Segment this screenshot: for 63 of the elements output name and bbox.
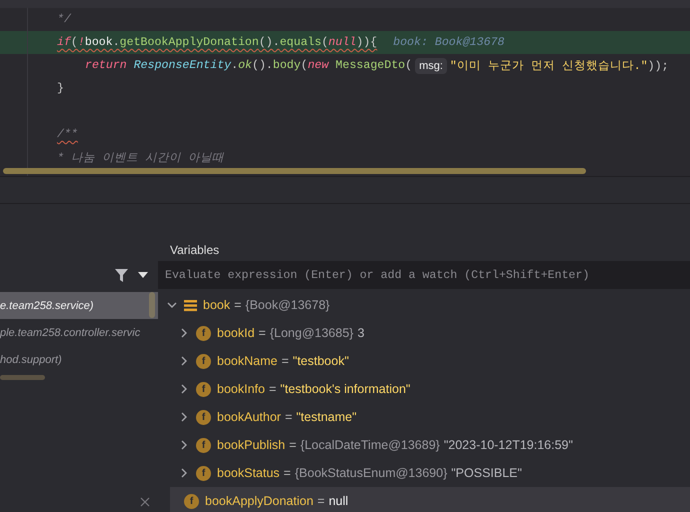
variable-name: bookAuthor — [217, 410, 281, 424]
field-badge: f — [184, 494, 199, 508]
field-badge: f — [196, 382, 211, 396]
parameter-hint: msg: — [415, 58, 447, 74]
variable-row[interactable]: f bookId = {Long@13685} 3 — [158, 319, 690, 347]
variable-value: "POSSIBLE" — [451, 466, 522, 480]
variable-value: "testbook" — [292, 354, 349, 368]
equals-sign: = — [317, 494, 325, 508]
horizontal-scrollbar[interactable] — [3, 168, 586, 174]
equals-sign: = — [268, 382, 276, 396]
code-text: */ — [57, 13, 71, 26]
variable-value: "testbook's information" — [280, 382, 410, 396]
field-badge: f — [196, 466, 211, 480]
equals-sign: = — [289, 438, 296, 452]
variable-value: "2023-10-12T19:16:59" — [444, 438, 573, 452]
field-badge: f — [196, 410, 211, 424]
stack-frame[interactable]: hod.support) — [0, 346, 158, 373]
object-reference: {BookStatusEnum@13690} — [294, 466, 448, 480]
inline-value-hint: book: Book@13678 — [393, 36, 504, 49]
variable-row[interactable]: f bookName = "testbook" — [158, 347, 690, 375]
close-icon[interactable] — [140, 497, 150, 507]
variable-name: bookStatus — [217, 466, 280, 480]
evaluate-expression-field[interactable]: Evaluate expression (Enter) or add a watch (Ctrl+Shift+Enter) — [158, 261, 690, 289]
filter-icon[interactable] — [115, 268, 128, 282]
variable-name: book — [203, 298, 230, 312]
variable-row[interactable]: book = {Book@13678} — [158, 291, 690, 319]
code-text: if(!book.getBookApplyDonation().equals(null)){ — [57, 36, 378, 49]
variable-value: null — [328, 494, 348, 508]
code-text: "이미 누군가 먼저 신청했습니다.")); — [450, 59, 669, 73]
equals-sign: = — [281, 354, 289, 368]
variable-row[interactable]: f bookInfo = "testbook's information" — [158, 375, 690, 403]
stack-frame[interactable]: ple.team258.controller.servic — [0, 319, 158, 346]
variable-row[interactable]: f bookPublish = {LocalDateTime@13689} "2023-10-12T19:16:59" — [158, 431, 690, 459]
stack-icon — [184, 298, 197, 312]
variable-name: bookPublish — [217, 438, 286, 452]
code-text: return ResponseEntity.ok().body(new MessageDto( — [85, 59, 412, 72]
variable-row[interactable]: f bookApplyDonation = null — [170, 487, 690, 512]
variable-row[interactable]: f bookAuthor = "testname" — [158, 403, 690, 431]
field-badge: f — [196, 326, 211, 340]
object-reference: {LocalDateTime@13689} — [300, 438, 440, 452]
horizontal-scrollbar[interactable] — [0, 375, 45, 380]
code-text: * 나눔 이벤트 시간이 아닐때 — [57, 151, 224, 165]
equals-sign: = — [258, 326, 266, 340]
panel-title: Variables — [170, 243, 220, 257]
variable-row[interactable]: f bookStatus = {BookStatusEnum@13690} "POSSIBLE" — [158, 459, 690, 487]
variable-name: bookInfo — [217, 382, 265, 396]
equals-sign: = — [284, 466, 291, 480]
code-text: } — [57, 82, 64, 95]
variable-name: bookName — [217, 354, 278, 368]
variable-value: 3 — [357, 326, 364, 340]
code-text: /** — [57, 127, 78, 141]
object-reference: {Long@13685} — [270, 326, 354, 340]
stack-frame[interactable]: e.team258.service) — [0, 292, 158, 319]
variable-name: bookId — [217, 326, 255, 340]
dropdown-icon[interactable] — [138, 272, 148, 278]
field-badge: f — [196, 438, 211, 452]
object-reference: {Book@13678} — [245, 298, 330, 312]
equals-sign: = — [234, 298, 242, 312]
vertical-scrollbar[interactable] — [149, 292, 155, 318]
field-badge: f — [196, 354, 211, 368]
variable-name: bookApplyDonation — [205, 494, 314, 508]
equals-sign: = — [284, 410, 292, 424]
variable-value: "testname" — [296, 410, 357, 424]
